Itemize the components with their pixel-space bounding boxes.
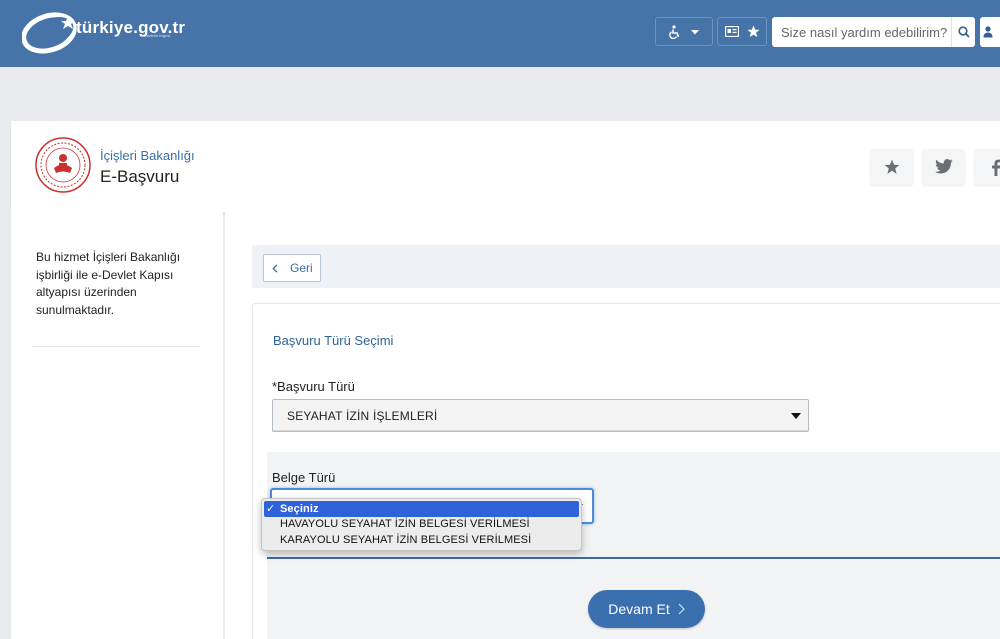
search-button[interactable] (951, 17, 975, 47)
option-label: Seçiniz (280, 502, 319, 515)
continue-button-label: Devam Et (608, 601, 670, 617)
ministry-name[interactable]: İçişleri Bakanlığı (100, 148, 195, 163)
accessibility-icon (669, 24, 680, 39)
service-title: E-Başvuru (100, 167, 180, 186)
star-icon (884, 159, 899, 174)
checkmark-icon: ✓ (266, 503, 276, 516)
search-icon (957, 26, 970, 38)
back-button[interactable]: Geri (263, 254, 321, 282)
dropdown-caret-icon (791, 413, 801, 419)
facebook-icon (991, 159, 1000, 176)
user-login-button[interactable] (980, 17, 1000, 47)
service-header: İçişleri Bakanlığı E-Başvuru (11, 121, 1000, 212)
twitter-icon (934, 159, 953, 174)
dropdown-option[interactable]: KARAYOLU SEYAHAT İZİN BELGESİ VERİLMESİ (262, 532, 581, 548)
user-icon (983, 26, 993, 38)
document-type-label: Belge Türü (272, 470, 336, 485)
application-type-label: *Başvuru Türü (272, 379, 355, 394)
section-title: Başvuru Türü Seçimi (273, 333, 394, 348)
service-info-text: Bu hizmet İçişleri Bakanlığı işbirliği i… (36, 250, 181, 317)
back-button-label: Geri (290, 261, 313, 275)
chevron-left-icon (272, 263, 278, 273)
top-navigation-bar: türkiye.gov.tr e-Devletin Kapısı (0, 0, 1000, 67)
logo-subtext: e-Devletin Kapısı (140, 33, 171, 38)
option-label: HAVAYOLU SEYAHAT İZİN BELGESİ VERİLMESİ (280, 518, 530, 531)
share-facebook-button[interactable] (974, 149, 1000, 185)
back-toolbar (252, 245, 1000, 288)
option-label: KARAYOLU SEYAHAT İZİN BELGESİ VERİLMESİ (280, 533, 532, 546)
id-card-icon[interactable] (724, 26, 739, 37)
chevron-right-icon (678, 603, 685, 615)
ministry-seal-icon (35, 137, 91, 193)
share-twitter-button[interactable] (922, 149, 965, 185)
dropdown-option[interactable]: HAVAYOLU SEYAHAT İZİN BELGESİ VERİLMESİ (262, 517, 581, 533)
search-input[interactable] (772, 17, 950, 47)
id-favorites-group[interactable] (717, 17, 767, 46)
application-type-select[interactable]: SEYAHAT İZİN İŞLEMLERİ (272, 399, 809, 432)
chevron-down-icon (691, 29, 699, 34)
dropdown-option-selected[interactable]: ✓ Seçiniz (264, 501, 579, 517)
star-icon[interactable] (746, 25, 760, 38)
section-divider (267, 557, 1000, 559)
application-type-value: SEYAHAT İZİN İŞLEMLERİ (287, 408, 438, 423)
add-favorite-button[interactable] (870, 149, 913, 185)
sidebar-divider (32, 346, 200, 347)
accessibility-menu-button[interactable] (655, 17, 713, 46)
continue-button[interactable]: Devam Et (588, 590, 705, 628)
search-box (772, 17, 975, 47)
document-type-dropdown-list: ✓ Seçiniz HAVAYOLU SEYAHAT İZİN BELGESİ … (261, 498, 582, 551)
